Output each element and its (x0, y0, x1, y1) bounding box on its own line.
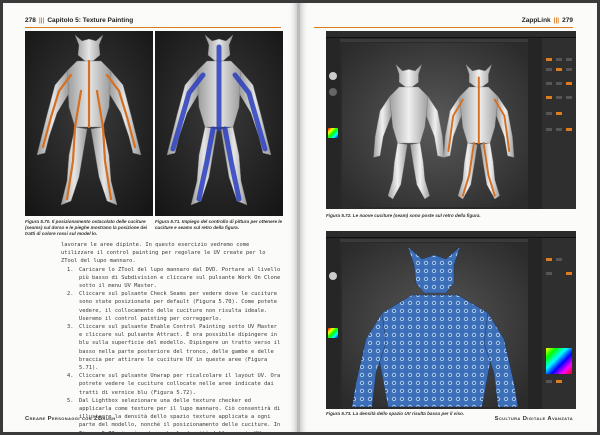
left-page-footer: Creare Personaggi con ZBrush (25, 416, 116, 422)
page-number: 279 (562, 17, 573, 24)
header-separator: ||| (553, 17, 560, 24)
left-page: 278 ||| Capitolo 5: Texture Painting Fig… (3, 3, 297, 432)
right-page-footer: Scultura Digitale Avanzata (494, 416, 573, 422)
texture-thumbnail (546, 348, 572, 374)
intro-paragraph: lavorare le aree dipinte. In questo eser… (61, 242, 266, 265)
step-item: 5. Dal Lightbox selezionare una delle tex… (67, 397, 281, 432)
step-item: 1. Caricare lo ZTool del lupo mannaro dal… (67, 266, 281, 290)
zbrush-left-shelf (326, 238, 340, 409)
zbrush-right-shelf (528, 239, 542, 409)
zbrush-tool-palette (542, 38, 576, 209)
figure-werewolf-back-paint (155, 31, 283, 216)
step-item: 4. Cliccare sul pulsante Unwrap per rical… (67, 373, 281, 396)
werewolf-front-image (25, 31, 153, 216)
body-text: lavorare le aree dipinte. In questo eser… (61, 241, 281, 432)
werewolf-canvas-image (342, 43, 528, 207)
right-page: ZappLink ||| 279 Figura 5.72. Le nuove c… (300, 3, 597, 432)
figure-5-71-caption: Figura 5.71. Impiego del controllo di pi… (155, 219, 283, 230)
zbrush-tool-palette (542, 238, 576, 409)
chapter-title: Capitolo 5: Texture Painting (47, 17, 134, 24)
color-picker-icon (328, 328, 338, 338)
figure-zbrush-ui-checker (326, 231, 576, 409)
figure-5-70-caption: Figura 5.70. Il posizionamento ostacolat… (25, 219, 148, 236)
header-rule (314, 27, 573, 28)
figure-zbrush-ui-seams (326, 31, 576, 209)
page-number: 278 (25, 17, 36, 24)
section-title: ZappLink (521, 17, 551, 24)
zbrush-menubar (326, 231, 576, 238)
left-page-header: 278 ||| Capitolo 5: Texture Painting (25, 17, 133, 24)
zbrush-right-shelf (528, 39, 542, 209)
step-item: 3. Cliccare sul pulsante Enable Control P… (67, 324, 281, 372)
stroke-icon (329, 88, 337, 96)
zbrush-left-shelf (326, 38, 340, 209)
brush-icon (329, 272, 337, 280)
werewolf-back-image (155, 31, 283, 216)
color-picker-icon (328, 128, 338, 138)
book-spread: 278 ||| Capitolo 5: Texture Painting Fig… (3, 3, 597, 432)
steps-list: 1. Caricare lo ZTool del lupo mannaro dal… (61, 266, 281, 432)
zbrush-menubar (326, 31, 576, 38)
header-separator: ||| (38, 17, 45, 24)
figure-5-72-caption: Figura 5.72. Le nuove cuciture (seam) so… (326, 213, 481, 218)
step-item: 2. Cliccare sul pulsante Check Seams per … (67, 291, 277, 322)
header-rule (25, 27, 281, 28)
werewolf-checker-image (342, 243, 528, 407)
right-page-header: ZappLink ||| 279 (522, 17, 573, 24)
figure-werewolf-front-seams (25, 31, 153, 216)
brush-icon (329, 72, 337, 80)
